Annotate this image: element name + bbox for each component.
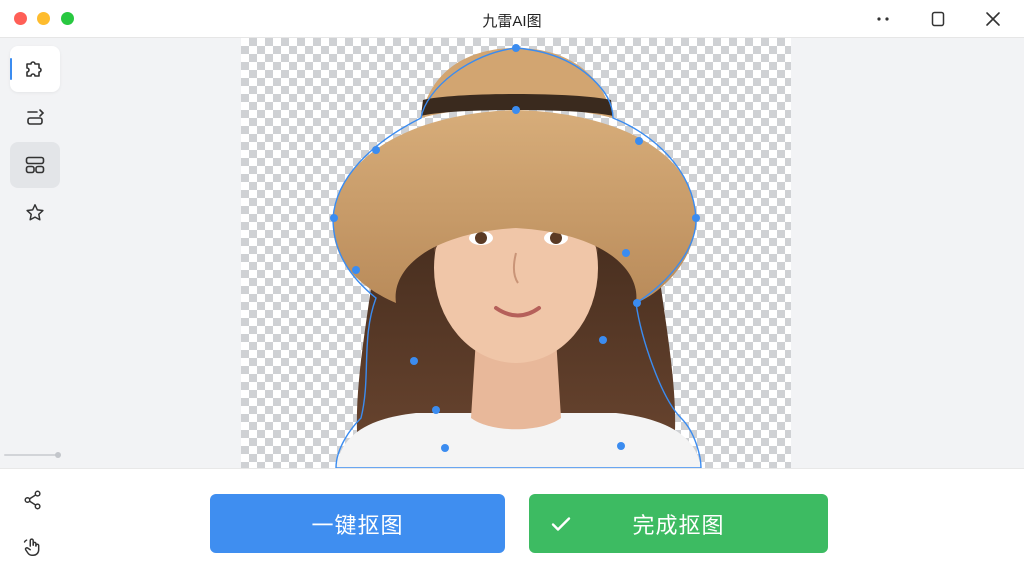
share-button[interactable] (18, 485, 48, 515)
maximize-button[interactable] (925, 6, 951, 32)
one-click-cutout-label: 一键抠图 (311, 512, 404, 538)
finish-cutout-button[interactable]: 完成抠图 (529, 494, 828, 553)
tool-sidebar (0, 38, 70, 468)
bottom-action-bar: 一键抠图 完成抠图 (0, 468, 1024, 576)
active-indicator (10, 58, 12, 80)
puzzle-icon (26, 61, 42, 77)
tool-favorite[interactable] (10, 190, 60, 236)
zoom-slider-track[interactable] (4, 454, 60, 456)
one-click-cutout-button[interactable]: 一键抠图 (210, 494, 505, 553)
text-edit-icon (27, 109, 45, 125)
image-canvas[interactable] (241, 38, 791, 468)
zoom-slider-thumb[interactable] (55, 452, 61, 458)
hand-touch-icon (23, 538, 40, 556)
more-options-button[interactable] (870, 6, 896, 32)
tool-layout[interactable] (10, 142, 60, 188)
cutout-subject-illustration (330, 44, 702, 468)
touch-mode-button[interactable] (18, 532, 48, 562)
tool-cutout[interactable] (10, 46, 60, 92)
tool-text-edit[interactable] (10, 94, 60, 140)
checkmark-icon (551, 517, 571, 531)
title-bar: 九雷AI图 (0, 0, 1024, 38)
close-button[interactable] (980, 6, 1006, 32)
square-icon (931, 11, 945, 27)
more-dots-icon (877, 17, 889, 21)
finish-cutout-label: 完成抠图 (632, 512, 725, 538)
share-icon (24, 490, 41, 510)
layout-grid-icon (25, 156, 45, 174)
star-icon (26, 204, 44, 221)
close-icon (986, 12, 1000, 26)
